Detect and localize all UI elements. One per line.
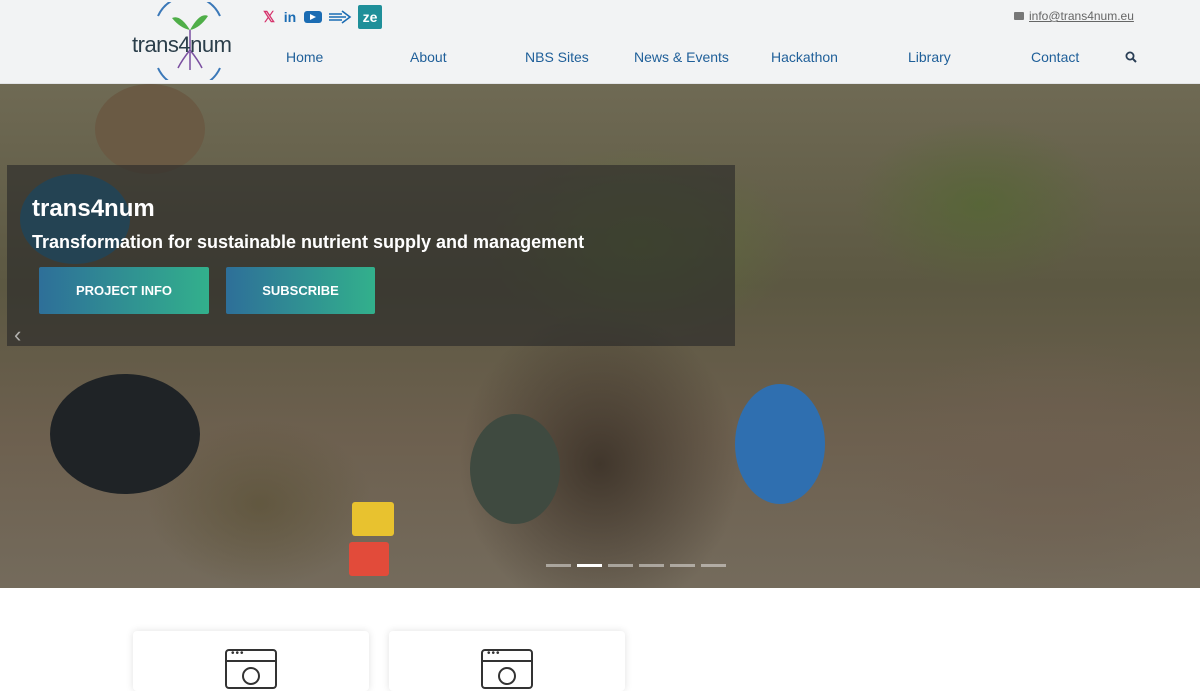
hero-subtitle: Transformation for sustainable nutrient … xyxy=(32,232,585,252)
browser-window-icon xyxy=(481,648,533,689)
hero-photo-region xyxy=(470,414,560,524)
carousel-indicator[interactable] xyxy=(670,564,695,567)
nav-item-about[interactable]: About xyxy=(410,49,447,65)
trans4num-logo[interactable]: trans4num xyxy=(128,2,246,80)
feature-card[interactable] xyxy=(389,631,625,691)
nav-item-contact[interactable]: Contact xyxy=(1031,49,1079,65)
nav-item-nbs-sites[interactable]: NBS Sites xyxy=(525,49,589,65)
search-icon[interactable] xyxy=(1125,51,1137,63)
nav-item-hackathon[interactable]: Hackathon xyxy=(771,49,838,65)
nav-item-home[interactable]: Home xyxy=(286,49,323,65)
hero-carousel[interactable]: trans4num Transformation for sustainable… xyxy=(0,84,1200,588)
carousel-prev-icon[interactable]: ‹ xyxy=(14,322,21,348)
email-link[interactable]: info@trans4num.eu xyxy=(1029,9,1134,23)
subscribe-button[interactable]: Subscribe xyxy=(226,267,375,314)
hero-caption: trans4num Transformation for sustainable… xyxy=(7,165,735,346)
envelope-icon xyxy=(1014,12,1024,20)
hero-photo-region xyxy=(349,542,389,576)
youtube-icon[interactable] xyxy=(304,11,322,23)
nav-item-news-events[interactable]: News & Events xyxy=(634,49,729,65)
main-nav: Home About NBS Sites News & Events Hacka… xyxy=(258,49,1094,67)
linkedin-icon[interactable]: in xyxy=(282,9,298,25)
feature-card[interactable] xyxy=(133,631,369,691)
zenodo-icon[interactable]: ze xyxy=(358,5,382,29)
project-info-button[interactable]: Project Info xyxy=(39,267,209,314)
site-header: trans4num 𝕏 in ze info@trans4num.eu Home… xyxy=(0,0,1200,84)
arrow-link-icon[interactable] xyxy=(328,10,352,24)
carousel-indicators xyxy=(546,564,726,567)
social-links: 𝕏 in ze xyxy=(262,5,382,29)
hero-title: trans4num xyxy=(32,195,155,222)
carousel-indicator[interactable] xyxy=(546,564,571,567)
carousel-indicator[interactable] xyxy=(639,564,664,567)
browser-window-icon xyxy=(225,648,277,689)
carousel-indicator[interactable] xyxy=(608,564,633,567)
x-twitter-icon[interactable]: 𝕏 xyxy=(262,9,276,26)
contact-email: info@trans4num.eu xyxy=(1014,9,1134,23)
hero-photo-region xyxy=(95,84,205,174)
nav-item-library[interactable]: Library xyxy=(908,49,951,65)
carousel-indicator-active[interactable] xyxy=(577,564,602,567)
hero-photo-region xyxy=(735,384,825,504)
carousel-indicator[interactable] xyxy=(701,564,726,567)
logo-text: trans4num xyxy=(132,32,232,57)
hero-photo-region xyxy=(352,502,394,536)
hero-photo-region xyxy=(50,374,200,494)
